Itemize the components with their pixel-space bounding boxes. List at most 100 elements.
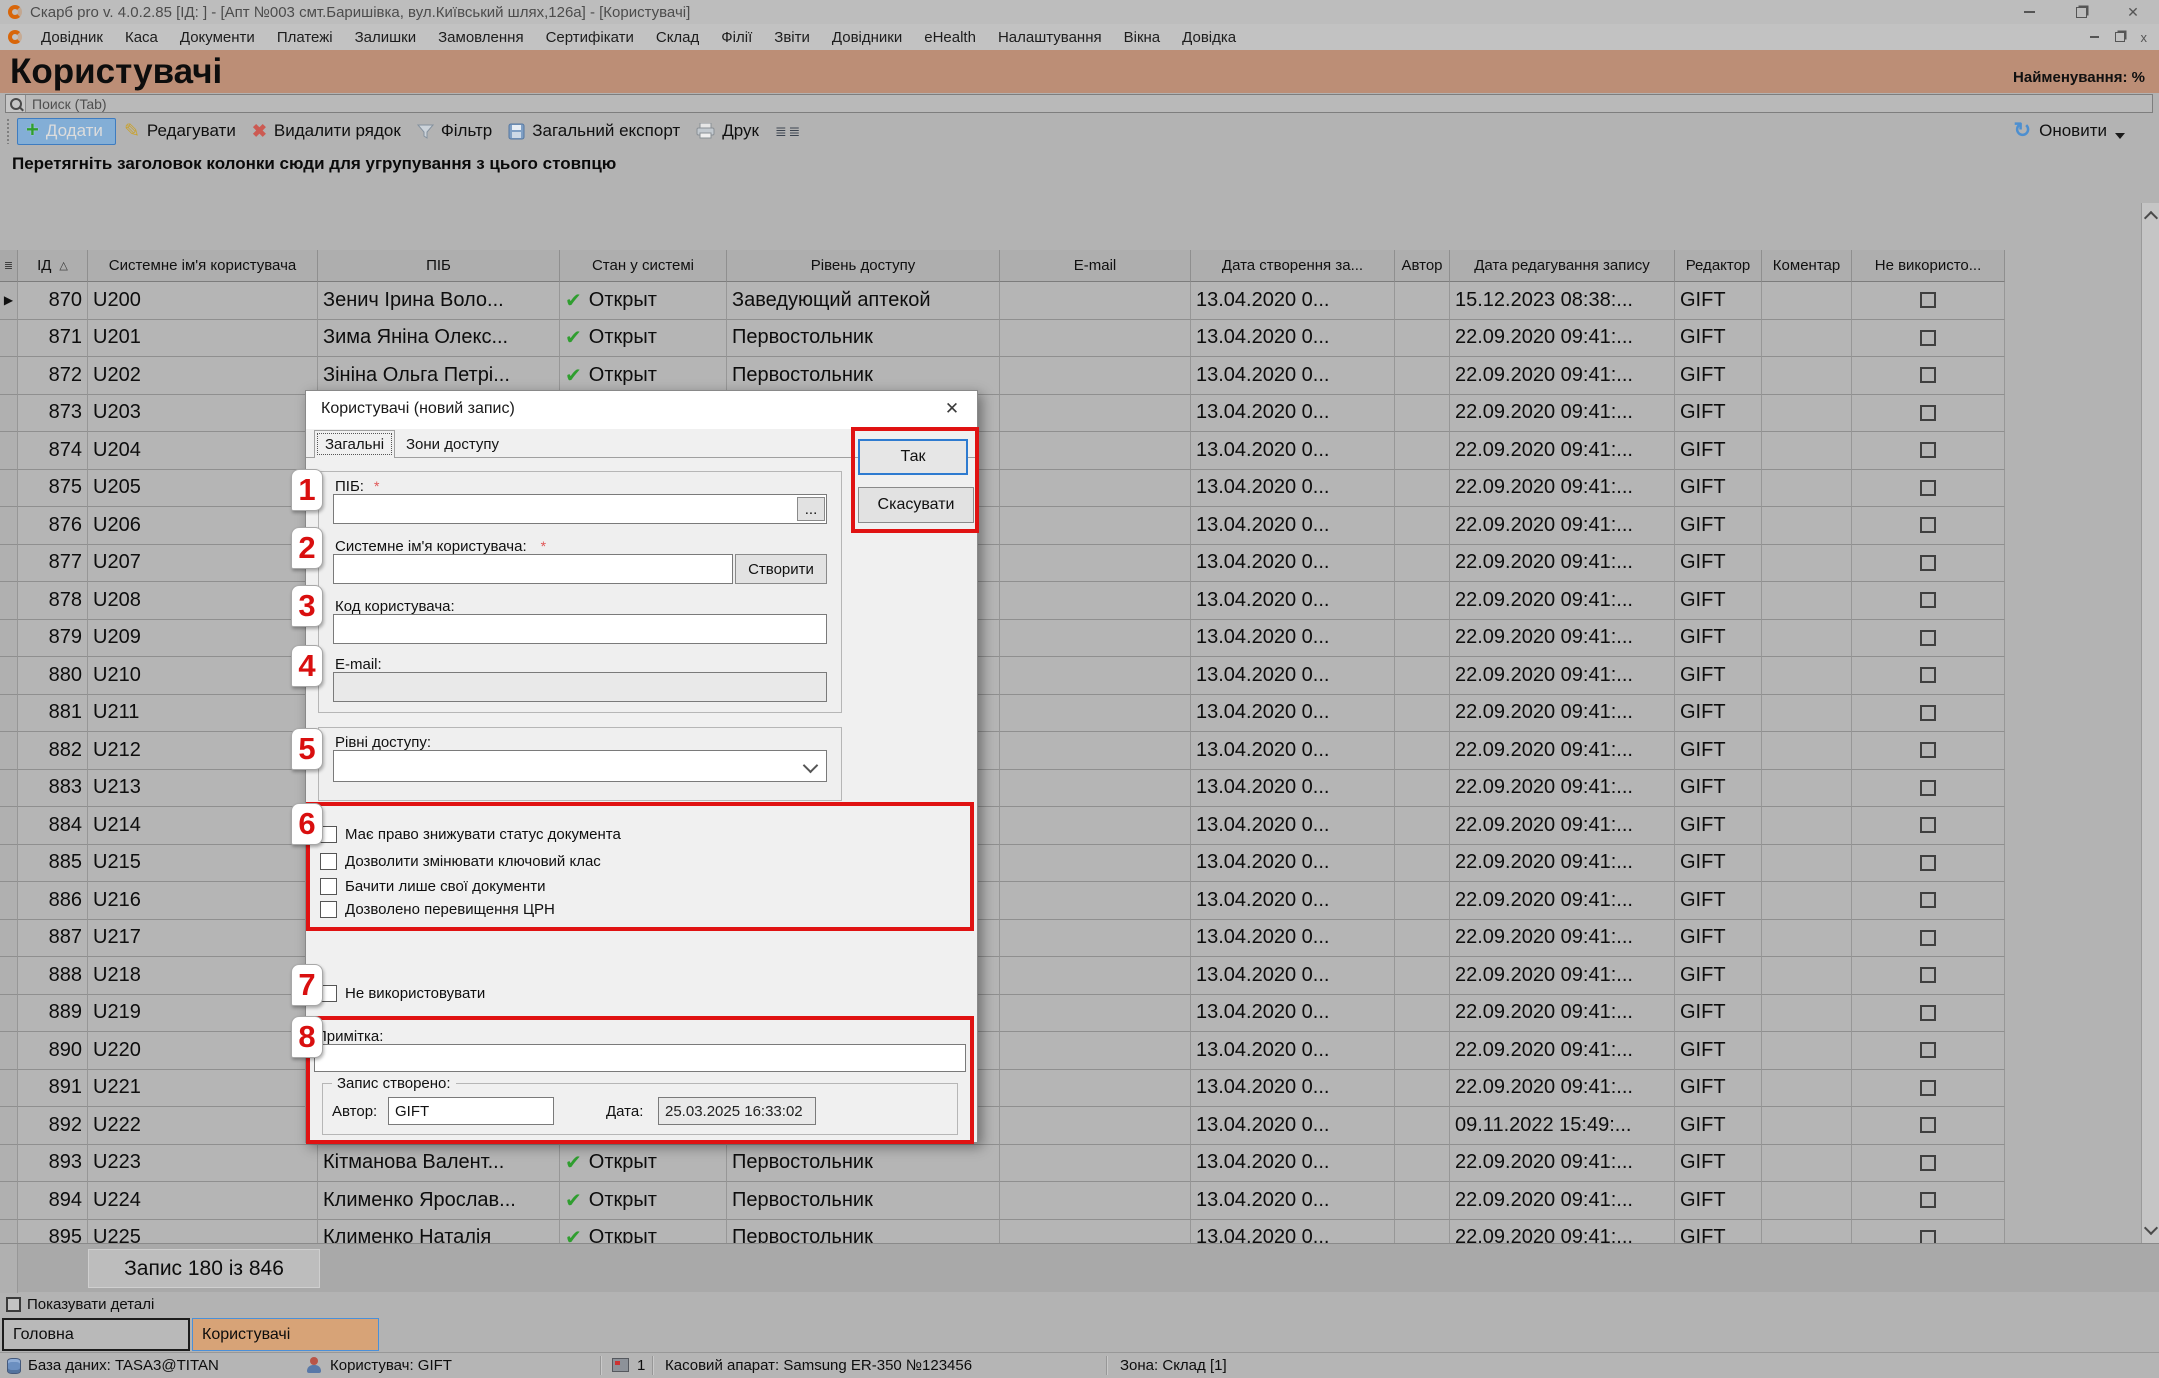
group-by-bar[interactable]: Перетягніть заголовок колонки сюди для у… xyxy=(0,147,2159,250)
filter-button[interactable]: Фільтр xyxy=(409,119,500,143)
ok-button[interactable]: Так xyxy=(858,439,968,475)
search-icon[interactable] xyxy=(6,95,26,112)
cancel-button[interactable]: Скасувати xyxy=(858,487,974,523)
refresh-button[interactable]: Оновити xyxy=(2014,118,2126,143)
usercode-input[interactable] xyxy=(333,614,827,644)
menu-item-11[interactable]: Довідники xyxy=(821,29,913,46)
unused-row-checkbox[interactable] xyxy=(1920,1192,1936,1208)
menu-item-14[interactable]: Вікна xyxy=(1113,29,1172,46)
pib-input[interactable] xyxy=(333,494,827,524)
permission-checkbox-row-4[interactable]: Дозволено перевищення ЦРН xyxy=(320,899,555,919)
tab-users[interactable]: Користувачі xyxy=(192,1318,379,1351)
unused-row-checkbox[interactable] xyxy=(1920,1117,1936,1133)
menu-item-2[interactable]: Каса xyxy=(114,29,169,46)
print-button[interactable]: Друк xyxy=(688,119,767,143)
menu-item-8[interactable]: Склад xyxy=(645,29,710,46)
permission-checkbox-row-1[interactable]: Має право знижувати статус документа xyxy=(320,824,621,844)
unused-row-checkbox[interactable] xyxy=(1920,367,1936,383)
note-input[interactable] xyxy=(314,1044,966,1072)
row-marker-header[interactable] xyxy=(0,250,18,282)
unused-row-checkbox[interactable] xyxy=(1920,442,1936,458)
menu-item-5[interactable]: Залишки xyxy=(344,29,428,46)
unused-row-checkbox[interactable] xyxy=(1920,705,1936,721)
permission-checkbox[interactable] xyxy=(320,878,337,895)
edit-button[interactable]: Редагувати xyxy=(116,118,244,145)
restore-button[interactable] xyxy=(2055,0,2107,24)
unused-row-checkbox[interactable] xyxy=(1920,1005,1936,1021)
column-header-sys[interactable]: Системне ім'я користувача xyxy=(88,250,318,282)
scroll-down-arrow-icon[interactable] xyxy=(2144,1221,2158,1235)
close-button[interactable] xyxy=(2107,0,2159,24)
create-sysname-button[interactable]: Створити xyxy=(735,554,827,584)
unused-row-checkbox[interactable] xyxy=(1920,480,1936,496)
menu-item-15[interactable]: Довідка xyxy=(1171,29,1247,46)
unused-row-checkbox[interactable] xyxy=(1920,592,1936,608)
table-row[interactable]: ▶870U200Зенич Ірина Воло...✔ОткрытЗаведу… xyxy=(0,282,2159,320)
column-header-email[interactable]: E-mail xyxy=(1000,250,1191,282)
column-header-author[interactable]: Автор xyxy=(1395,250,1450,282)
table-row[interactable]: 893U223Кітманова Валент...✔ОткрытПервост… xyxy=(0,1145,2159,1183)
minimize-button[interactable] xyxy=(2003,0,2055,24)
menu-item-3[interactable]: Документи xyxy=(169,29,266,46)
column-header-created[interactable]: Дата створення за... xyxy=(1191,250,1395,282)
menu-item-4[interactable]: Платежі xyxy=(266,29,344,46)
table-row[interactable]: 872U202Зініна Ольга Петрі...✔ОткрытПерво… xyxy=(0,357,2159,395)
unused-row-checkbox[interactable] xyxy=(1920,817,1936,833)
unused-row-checkbox[interactable] xyxy=(1920,967,1936,983)
search-input[interactable] xyxy=(26,96,2152,112)
show-details-checkbox[interactable] xyxy=(6,1297,21,1312)
mdi-minimize-button[interactable] xyxy=(2090,36,2099,38)
menu-item-1[interactable]: Довідник xyxy=(30,29,114,46)
unused-row-checkbox[interactable] xyxy=(1920,1042,1936,1058)
menu-item-6[interactable]: Замовлення xyxy=(427,29,534,46)
vertical-scrollbar[interactable] xyxy=(2141,203,2159,1243)
mdi-close-button[interactable] xyxy=(2141,30,2148,45)
pib-lookup-button[interactable]: ... xyxy=(797,497,825,521)
column-header-stan[interactable]: Стан у системі xyxy=(560,250,727,282)
unused-row-checkbox[interactable] xyxy=(1920,780,1936,796)
export-button[interactable]: Загальний експорт xyxy=(500,119,688,143)
delete-row-button[interactable]: Видалити рядок xyxy=(244,119,409,144)
mdi-restore-button[interactable] xyxy=(2115,32,2125,42)
column-header-unused[interactable]: Не використо... xyxy=(1852,250,2005,282)
levels-combobox[interactable] xyxy=(333,750,827,782)
unused-row-checkbox[interactable] xyxy=(1920,742,1936,758)
unused-row-checkbox[interactable] xyxy=(1920,1080,1936,1096)
menu-item-9[interactable]: Філії xyxy=(710,29,763,46)
unused-row-checkbox[interactable] xyxy=(1920,1155,1936,1171)
column-header-id[interactable]: ІД△ xyxy=(18,250,88,282)
unused-row-checkbox[interactable] xyxy=(1920,292,1936,308)
column-header-pib[interactable]: ПІБ xyxy=(318,250,560,282)
unused-row-checkbox[interactable] xyxy=(1920,855,1936,871)
permission-checkbox[interactable] xyxy=(320,901,337,918)
dialog-tab-access-zones[interactable]: Зони доступу xyxy=(396,430,509,458)
column-chooser-button[interactable] xyxy=(767,119,807,143)
scroll-up-arrow-icon[interactable] xyxy=(2144,211,2158,225)
dialog-tab-general[interactable]: Загальні xyxy=(314,430,395,458)
menu-item-12[interactable]: eHealth xyxy=(913,29,987,46)
menu-item-7[interactable]: Сертифікати xyxy=(535,29,645,46)
column-header-editor[interactable]: Редактор xyxy=(1675,250,1762,282)
permission-checkbox-row-3[interactable]: Бачити лише свої документи xyxy=(320,876,545,896)
unused-row-checkbox[interactable] xyxy=(1920,667,1936,683)
unused-row-checkbox[interactable] xyxy=(1920,1230,1936,1243)
unused-row-checkbox[interactable] xyxy=(1920,892,1936,908)
unused-row-checkbox[interactable] xyxy=(1920,405,1936,421)
add-button[interactable]: Додати xyxy=(17,118,116,145)
unused-dialog-checkbox[interactable] xyxy=(320,985,337,1002)
table-row[interactable]: 871U201Зима Яніна Олекс...✔ОткрытПервост… xyxy=(0,320,2159,358)
unused-row-checkbox[interactable] xyxy=(1920,555,1936,571)
sysname-input[interactable] xyxy=(333,554,733,584)
tab-home[interactable]: Головна xyxy=(2,1318,190,1351)
refresh-dropdown-caret-icon[interactable] xyxy=(2115,133,2125,139)
menu-item-10[interactable]: Звіти xyxy=(763,29,821,46)
permission-checkbox[interactable] xyxy=(320,826,337,843)
column-header-level[interactable]: Рівень доступу xyxy=(727,250,1000,282)
toolbar-grip[interactable] xyxy=(6,118,11,144)
table-row[interactable]: 895U225Клименко Наталія✔ОткрытПервостоль… xyxy=(0,1220,2159,1244)
permission-checkbox[interactable] xyxy=(320,853,337,870)
unused-row-checkbox[interactable] xyxy=(1920,330,1936,346)
permission-checkbox-row-2[interactable]: Дозволити змінювати ключовий клас xyxy=(320,851,601,871)
unused-row-checkbox[interactable] xyxy=(1920,630,1936,646)
unused-checkbox-row[interactable]: Не використовувати xyxy=(320,983,485,1003)
